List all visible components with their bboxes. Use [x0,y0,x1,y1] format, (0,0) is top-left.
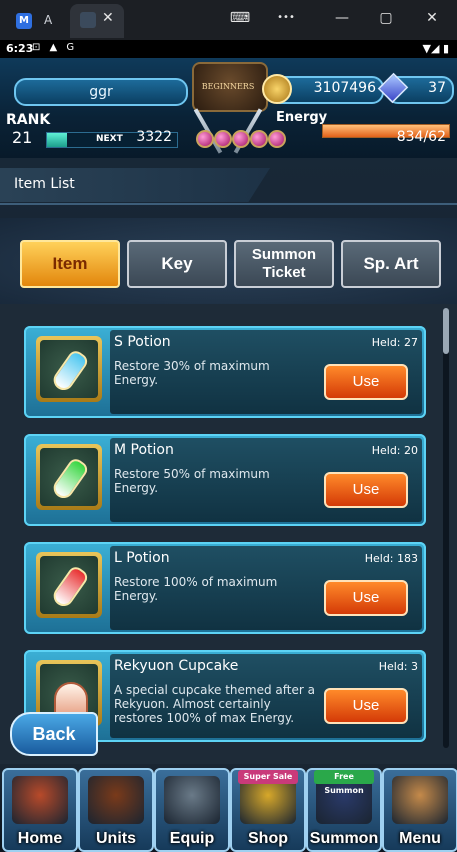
units-hero-icon [88,776,144,824]
gold-amount: 3107496 [313,80,376,96]
nav-menu[interactable]: Menu [382,768,457,852]
item-held-count: Held: 3 [378,660,418,673]
item-held-count: Held: 20 [371,444,418,457]
game-screen: ggr BEGINNERS 3107496 37 RANK 21 NEXT 33… [0,58,457,852]
tab-item-label: Item [52,254,88,273]
gem-row [196,130,288,150]
app-logo-icon: M [16,13,32,29]
nav-equip[interactable]: Equip [154,768,230,852]
close-tab-icon[interactable]: ✕ [102,10,114,26]
tab-summon-ticket[interactable]: Summon Ticket [234,240,334,288]
status-bar: 6:23 ⊡ ▲ G ▼◢ ▮ [0,40,457,58]
scrollbar-thumb[interactable] [443,308,449,354]
item-name: M Potion [114,442,174,458]
tab-title: A [44,13,53,27]
use-button[interactable]: Use [324,688,408,724]
m-potion-icon [49,456,91,502]
gem-icon [268,130,286,148]
item-description: A special cupcake themed after a Rekyuon… [114,683,315,725]
nav-shop[interactable]: Super Sale Shop [230,768,306,852]
list-scrollbar[interactable] [443,308,449,748]
minimize-icon[interactable]: — [330,10,354,26]
status-system-icons: ▼◢ ▮ [422,42,449,55]
lapis-amount: 37 [428,80,446,96]
keyboard-icon[interactable]: ⌨ [228,10,252,26]
nav-home[interactable]: Home [2,768,78,852]
cupcake-icon [54,682,88,716]
item-description: Restore 30% of maximum Energy. [114,359,270,387]
item-icon-frame [36,336,102,402]
nav-summon[interactable]: Free Summon Summon [306,768,382,852]
next-label: NEXT [96,134,123,144]
gold-coin-icon [262,74,292,104]
super-sale-badge: Super Sale [238,770,298,784]
tab-key-label: Key [161,254,193,273]
nav-units[interactable]: Units [78,768,154,852]
rank-label: RANK [6,112,51,128]
free-summon-badge: Free Summon [314,770,374,795]
player-hud: ggr BEGINNERS 3107496 37 RANK 21 NEXT 33… [0,58,457,158]
nav-equip-label: Equip [169,830,215,847]
energy-label: Energy [276,110,328,125]
item-description: Restore 100% of maximum Energy. [114,575,278,603]
next-exp-value: 3322 [136,129,172,145]
page-title: Item List [14,176,75,192]
nav-summon-label: Summon [309,830,379,847]
status-notification-icons: ⊡ ▲ G [32,42,78,53]
close-window-icon[interactable]: ✕ [420,10,444,26]
list-item[interactable]: M Potion Held: 20 Restore 50% of maximum… [24,434,426,526]
tab-summon-ticket-label-1: Summon [251,246,317,263]
tab-app[interactable]: M A [8,4,64,38]
item-description: Restore 50% of maximum Energy. [114,467,270,495]
nav-shop-label: Shop [248,830,288,847]
energy-value: 834/62 [396,129,446,145]
emblem-label: BEGINNERS [201,82,255,91]
more-options-icon[interactable]: ••• [274,12,298,23]
l-potion-icon [49,564,91,610]
browser-chrome: M A ✕ ⌨ ••• — ▢ ✕ [0,0,457,40]
tab-sp-art-label: Sp. Art [363,254,419,273]
item-held-count: Held: 183 [364,552,418,565]
menu-book-icon [392,776,448,824]
item-name: L Potion [114,550,170,566]
tab-summon-ticket-label-2: Ticket [262,264,306,281]
home-house-icon [12,776,68,824]
nav-units-label: Units [96,830,136,847]
nav-home-label: Home [17,830,63,847]
use-button[interactable]: Use [324,364,408,400]
equip-sword-icon [164,776,220,824]
item-name: S Potion [114,334,171,350]
status-time: 6:23 [6,42,34,55]
tab-game[interactable]: ✕ [70,4,124,38]
item-slot [40,340,98,398]
item-slot [40,448,98,506]
gem-icon [214,130,232,148]
use-button[interactable]: Use [324,580,408,616]
s-potion-icon [49,348,91,394]
item-icon-frame [36,552,102,618]
tab-item[interactable]: Item [20,240,120,288]
game-favicon-icon [80,12,96,28]
use-button[interactable]: Use [324,472,408,508]
rank-exp-fill [47,133,67,147]
list-item[interactable]: L Potion Held: 183 Restore 100% of maxim… [24,542,426,634]
gem-icon [250,130,268,148]
header-divider [0,203,457,205]
back-button[interactable]: Back [10,712,98,756]
gem-icon [232,130,250,148]
item-icon-frame [36,444,102,510]
item-slot [40,556,98,614]
tab-sp-art[interactable]: Sp. Art [341,240,441,288]
bottom-nav: Home Units Equip Super Sale Shop Free Su… [0,764,457,852]
maximize-icon[interactable]: ▢ [374,10,398,26]
item-held-count: Held: 27 [371,336,418,349]
gem-icon [196,130,214,148]
list-item[interactable]: S Potion Held: 27 Restore 30% of maximum… [24,326,426,418]
item-name: Rekyuon Cupcake [114,658,239,674]
player-name: ggr [14,78,188,106]
rank-value: 21 [12,128,33,147]
tab-key[interactable]: Key [127,240,227,288]
nav-menu-label: Menu [399,830,441,847]
